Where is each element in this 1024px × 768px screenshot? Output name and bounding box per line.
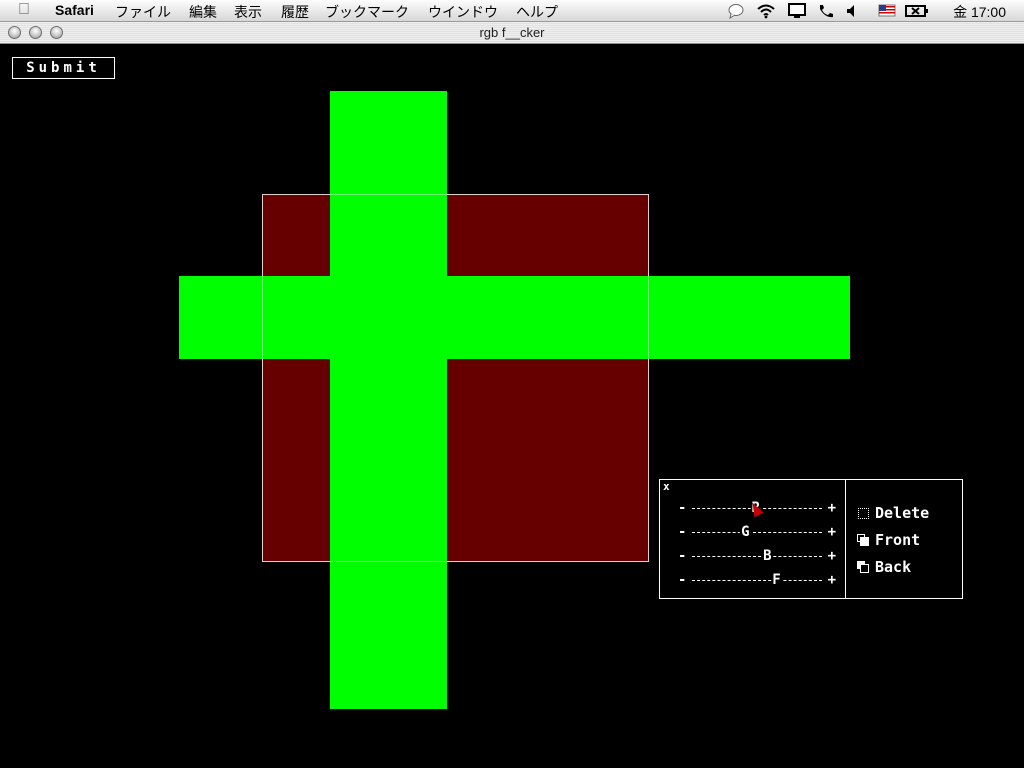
blue-slider-knob[interactable]: B: [762, 548, 773, 564]
blue-decrease-button[interactable]: -: [678, 548, 686, 564]
green-decrease-button[interactable]: -: [678, 524, 686, 540]
wifi-icon[interactable]: [756, 3, 776, 19]
delete-button[interactable]: Delete: [858, 504, 929, 524]
green-slider-knob[interactable]: G: [740, 524, 751, 540]
blue-slider-track[interactable]: B: [692, 548, 822, 564]
slider-blue: - B +: [678, 546, 836, 566]
menu-view[interactable]: 表示: [234, 2, 262, 22]
red-increase-button[interactable]: +: [828, 500, 836, 516]
f-increase-button[interactable]: +: [828, 572, 836, 588]
green-increase-button[interactable]: +: [828, 524, 836, 540]
bring-to-front-button[interactable]: Front: [857, 531, 921, 551]
menu-file[interactable]: ファイル: [115, 2, 171, 22]
green-slider-track[interactable]: G: [692, 524, 822, 540]
green-vertical-bar[interactable]: [330, 91, 447, 709]
slider-green: - G +: [678, 522, 836, 542]
menu-clock[interactable]: 金 17:00: [953, 2, 1006, 22]
menu-help[interactable]: ヘルプ: [516, 2, 558, 22]
window-titlebar: rgb f__cker: [0, 22, 1024, 44]
send-to-back-icon: [857, 561, 869, 573]
us-flag-icon[interactable]: [878, 3, 896, 19]
send-to-back-button[interactable]: Back: [857, 558, 912, 578]
color-control-panel: x - R + - G + - B + - F + Delete Front B…: [659, 479, 963, 599]
submit-button[interactable]: Submit: [12, 57, 115, 79]
menu-bookmarks[interactable]: ブックマーク: [325, 2, 409, 22]
f-decrease-button[interactable]: -: [678, 572, 686, 588]
menu-window[interactable]: ウインドウ: [428, 2, 498, 22]
speech-bubble-icon[interactable]: [727, 3, 745, 19]
delete-label: Delete: [875, 504, 930, 522]
battery-icon[interactable]: [905, 3, 929, 19]
menu-app-safari[interactable]: Safari: [55, 2, 94, 18]
volume-icon[interactable]: [845, 3, 861, 19]
f-slider-track[interactable]: F: [692, 572, 822, 588]
panel-close-button[interactable]: x: [663, 480, 670, 493]
slider-f: - F +: [678, 570, 836, 590]
menu-edit[interactable]: 編集: [189, 2, 217, 22]
blue-increase-button[interactable]: +: [828, 548, 836, 564]
canvas-area[interactable]: Submit x - R + - G + - B + - F + Delete …: [0, 44, 1024, 768]
red-slider-track[interactable]: R: [692, 500, 822, 516]
phone-icon[interactable]: [817, 3, 835, 19]
front-label: Front: [875, 531, 921, 549]
panel-divider: [845, 480, 846, 598]
red-slider-knob[interactable]: R: [750, 500, 761, 516]
delete-icon: [858, 508, 869, 519]
slider-red: - R +: [678, 498, 836, 518]
window-title: rgb f__cker: [479, 25, 545, 40]
red-rectangle[interactable]: [262, 194, 649, 562]
menu-history[interactable]: 履歴: [281, 2, 309, 22]
menu-bar:  Safari ファイル 編集 表示 履歴 ブックマーク ウインドウ ヘルプ …: [0, 0, 1024, 22]
back-label: Back: [875, 558, 912, 576]
display-icon[interactable]: [787, 3, 807, 19]
apple-icon[interactable]: : [18, 1, 30, 19]
green-horizontal-bar[interactable]: [179, 276, 850, 359]
f-slider-knob[interactable]: F: [771, 572, 782, 588]
red-decrease-button[interactable]: -: [678, 500, 686, 516]
bring-to-front-icon: [857, 534, 869, 546]
